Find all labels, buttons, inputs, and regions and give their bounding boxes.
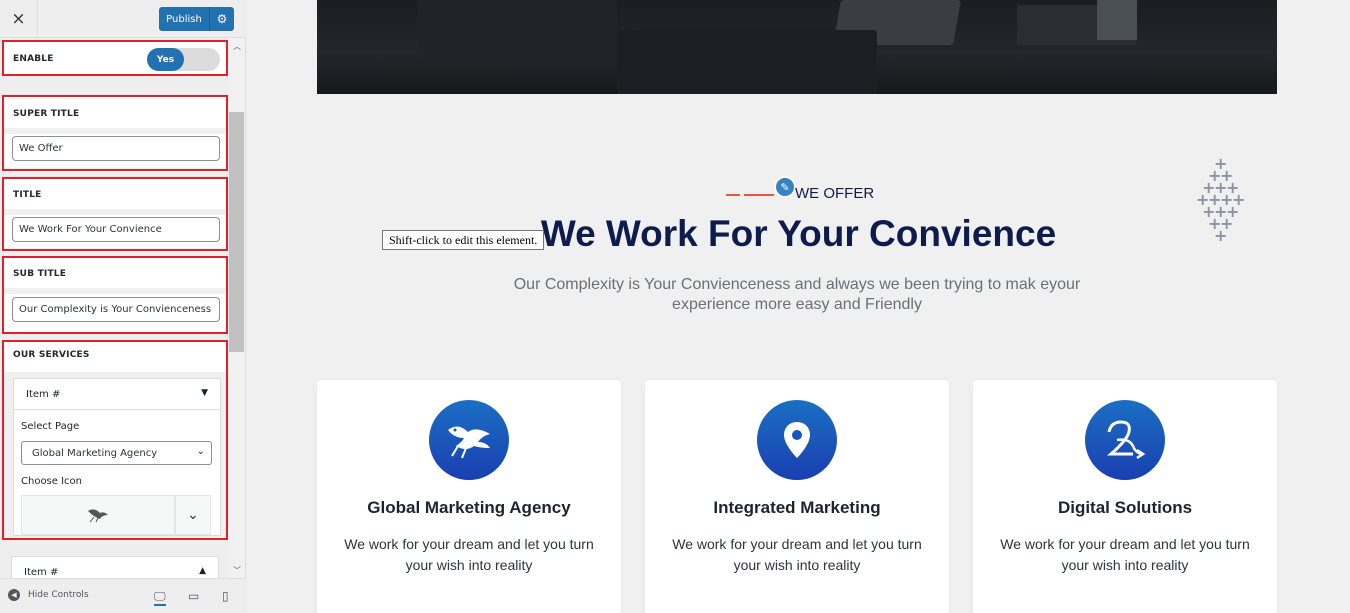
service-card-description: We work for your dream and let you turn … <box>344 536 594 573</box>
customizer-footer: ◀ Hide Controls 🖵 ▭ ▯ <box>0 578 246 613</box>
accent-dash <box>726 194 740 196</box>
chevron-down-icon: ⌄ <box>187 507 199 523</box>
icon-picker-toggle[interactable]: ⌄ <box>175 495 211 535</box>
super-title-input[interactable]: We Offer <box>12 136 220 161</box>
tablet-preview-icon[interactable]: ▭ <box>188 589 199 603</box>
bird-icon <box>429 400 509 480</box>
section-subtitle[interactable]: Our Complexity is Your Convienceness and… <box>497 275 1097 315</box>
bird-icon <box>88 509 108 523</box>
toggle-yes-state: Yes <box>147 48 184 71</box>
our-services-control: OUR SERVICES Item # ▼ Select Page Global… <box>2 340 228 540</box>
sidebar-scrollbar[interactable]: ︿ ﹀ <box>228 38 245 578</box>
divider <box>4 209 226 215</box>
mobile-preview-icon[interactable]: ▯ <box>222 589 229 603</box>
service-item-body: Select Page Global Marketing Agency ⌄ Ch… <box>13 410 221 536</box>
caret-down-icon: ▼ <box>201 388 208 398</box>
service-item-header[interactable]: Item # ▼ <box>13 378 221 410</box>
sub-title-label: SUB TITLE <box>13 269 67 279</box>
hide-controls-label: Hide Controls <box>28 590 89 600</box>
select-page-value: Global Marketing Agency <box>32 447 158 459</box>
icon-preview[interactable] <box>21 495 175 535</box>
customizer-header: × Publish ⚙ <box>0 0 246 38</box>
divider <box>4 128 226 134</box>
super-title-control: SUPER TITLE We Offer <box>2 95 228 171</box>
service-card[interactable]: Digital Solutions We work for your dream… <box>973 380 1277 613</box>
controls-panel: ENABLE Yes SUPER TITLE We Offer TITLE We… <box>0 38 246 578</box>
service-item-header-2[interactable]: Item # ▲ <box>11 556 219 578</box>
service-card[interactable]: Integrated Marketing We work for your dr… <box>645 380 949 613</box>
accent-dash <box>744 194 774 196</box>
enable-label: ENABLE <box>13 54 54 64</box>
plus-icon: + <box>1214 226 1228 245</box>
our-services-label: OUR SERVICES <box>13 350 90 360</box>
collapse-arrow-icon: ◀ <box>8 589 20 601</box>
item-header-label: Item # <box>24 566 59 578</box>
scroll-down-icon[interactable]: ﹀ <box>233 565 241 576</box>
number-2-arrow-icon <box>1085 400 1165 480</box>
service-card-title: Global Marketing Agency <box>367 498 571 517</box>
edit-shortcut-pencil-icon[interactable]: ✎ <box>774 176 796 198</box>
location-pin-icon <box>757 400 837 480</box>
service-card-title: Digital Solutions <box>1057 498 1193 517</box>
customizer-sidebar: × Publish ⚙ ENABLE Yes SUPER TITLE We Of… <box>0 0 246 613</box>
service-card-description: We work for your dream and let you turn … <box>672 536 922 573</box>
sub-title-control: SUB TITLE Our Complexity is Your Convien… <box>2 256 228 334</box>
title-input[interactable]: We Work For Your Convience <box>12 217 220 242</box>
publish-button[interactable]: Publish <box>159 7 210 31</box>
service-card-title: Integrated Marketing <box>713 498 881 517</box>
close-customizer-button[interactable]: × <box>0 0 38 38</box>
hero-office-photo <box>317 0 1277 94</box>
super-title-label: SUPER TITLE <box>13 109 80 119</box>
enable-toggle[interactable]: Yes <box>147 48 220 71</box>
service-card-description: We work for your dream and let you turn … <box>1000 536 1250 573</box>
shift-click-tooltip: Shift-click to edit this element. <box>382 230 545 250</box>
title-label: TITLE <box>13 190 42 200</box>
service-card[interactable]: Global Marketing Agency We work for your… <box>317 380 621 613</box>
caret-up-icon: ▲ <box>199 566 206 576</box>
gear-icon: ⚙ <box>216 12 228 26</box>
enable-control: ENABLE Yes <box>2 40 228 76</box>
select-page-label: Select Page <box>21 421 80 432</box>
hide-controls-button[interactable]: ◀ Hide Controls <box>8 589 89 601</box>
desktop-preview-icon[interactable]: 🖵 <box>154 589 166 606</box>
title-control: TITLE We Work For Your Convience <box>2 177 228 251</box>
decorative-plus-pattern-icon: + + + + + + + + + + + + + + + + <box>1172 150 1272 250</box>
choose-icon-label: Choose Icon <box>21 476 83 487</box>
close-icon: × <box>11 9 26 29</box>
chevron-down-icon: ⌄ <box>196 446 205 457</box>
site-preview: ✎ WE OFFER We Work For Your Convience Sh… <box>247 0 1350 613</box>
section-super-title[interactable]: WE OFFER <box>795 185 874 202</box>
select-page-dropdown[interactable]: Global Marketing Agency ⌄ <box>21 441 212 465</box>
sub-title-input[interactable]: Our Complexity is Your Convienceness <box>12 297 220 322</box>
item-header-label: Item # <box>26 388 61 400</box>
scrollbar-thumb[interactable] <box>229 112 244 352</box>
divider <box>4 288 226 294</box>
scroll-up-icon[interactable]: ︿ <box>233 41 241 52</box>
publish-settings-button[interactable]: ⚙ <box>210 7 234 31</box>
